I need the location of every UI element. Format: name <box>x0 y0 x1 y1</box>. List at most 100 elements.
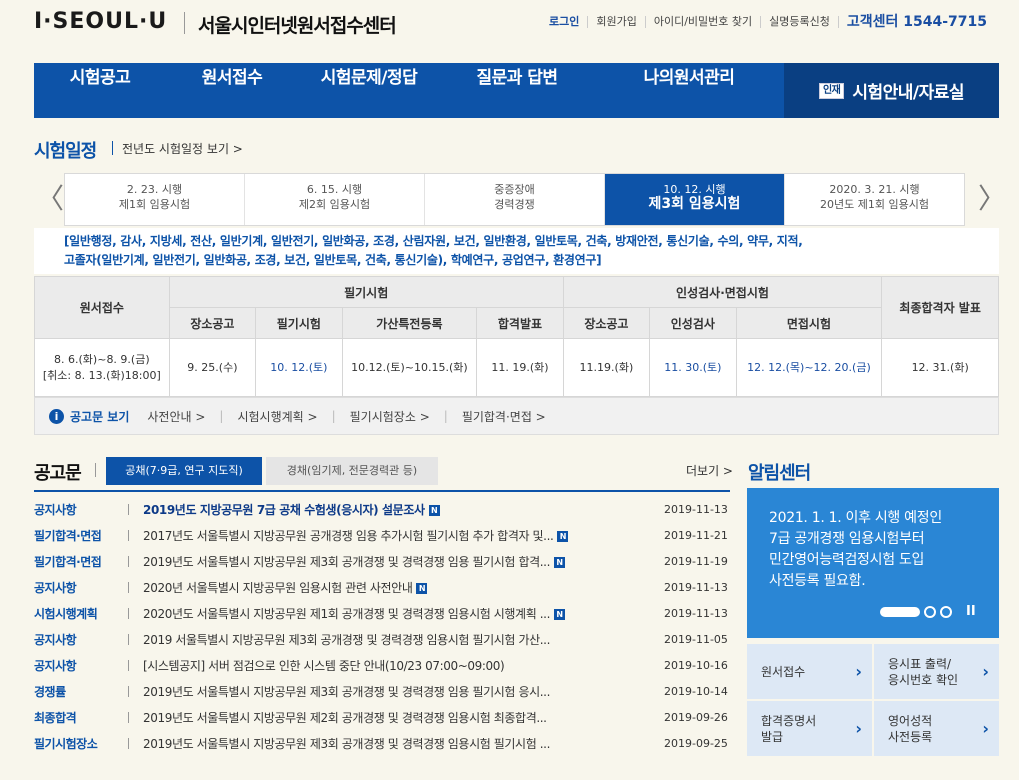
quick-apply[interactable]: 원서접수 › <box>747 644 872 699</box>
prev-arrow-icon[interactable]: 〈 <box>36 184 64 214</box>
tab-open-recruitment[interactable]: 공채(7·9급, 연구 지도직) <box>106 457 262 485</box>
tab-career-recruitment[interactable]: 경채(임기제, 전문경력관 등) <box>266 457 438 485</box>
notice-text[interactable]: 2020년 서울특별시 지방공무원 임용시험 관련 사전안내 N <box>143 579 613 596</box>
notice-row[interactable]: 공지사항 2019 서울특별시 지방공무원 제3회 공개경쟁 및 경력경쟁 임용시… <box>34 626 730 652</box>
th-sub: 가산특전등록 <box>341 307 478 339</box>
login-link[interactable]: 로그인 <box>541 16 587 28</box>
exam-tab[interactable]: 2. 23. 시행 제1회 임용시험 <box>65 174 244 225</box>
notice-category[interactable]: 공지사항 <box>34 579 128 596</box>
next-arrow-icon[interactable]: 〉 <box>978 184 1006 214</box>
quick-label: 합격증명서 <box>761 713 817 728</box>
notice-row[interactable]: 필기시험장소 2019년도 서울특별시 지방공무원 제3회 공개경쟁 및 경력경쟁… <box>34 730 730 756</box>
guide-divider: | <box>331 409 336 423</box>
notice-text-label: 2019년도 지방공무원 7급 공채 수험생(응시자) 설문조사 <box>143 502 425 517</box>
cancel-deadline: [취소: 8. 13.(화)18:00] <box>42 368 161 382</box>
notice-text-label: [시스템공지] 서버 점검으로 인한 시스템 중단 안내(10/23 07:00… <box>143 658 505 673</box>
schedule-title: 시험일정 <box>34 141 97 162</box>
more-link[interactable]: 더보기 > <box>686 462 733 479</box>
th-sub: 필기시험 <box>255 307 343 339</box>
guide-link[interactable]: 사전안내 > <box>147 408 205 425</box>
quick-pass-certificate[interactable]: 합격증명서 발급 › <box>747 701 872 756</box>
notice-text[interactable]: 2019년도 서울특별시 지방공무원 제2회 공개경쟁 및 경력경쟁 임용시험 … <box>143 709 613 726</box>
notice-row[interactable]: 필기합격·면접 2017년도 서울특별시 지방공무원 공개경쟁 임용 추가시험 필… <box>34 522 730 548</box>
guide-divider: | <box>443 409 448 423</box>
notice-date: 2019-11-13 <box>664 606 728 620</box>
nav-exam-notice[interactable]: 시험공고 <box>34 63 166 118</box>
notice-row[interactable]: 공지사항 2019년도 지방공무원 7급 공채 수험생(응시자) 설문조사 N 201… <box>34 496 730 522</box>
guide-link[interactable]: 시험시행계획 > <box>237 408 317 425</box>
exam-tab[interactable]: 6. 15. 시행 제2회 임용시험 <box>244 174 424 225</box>
notice-text[interactable]: 2017년도 서울특별시 지방공무원 공개경쟁 임용 추가시험 필기시험 추가 … <box>143 527 613 544</box>
quick-label: 영어성적 <box>888 713 933 728</box>
notice-text[interactable]: 2019년도 서울특별시 지방공무원 제3회 공개경쟁 및 경력경쟁 임용 필기… <box>143 553 613 570</box>
nav-qna[interactable]: 질문과 답변 <box>440 63 594 118</box>
notice-text[interactable]: 2019 서울특별시 지방공무원 제3회 공개경쟁 및 경력경쟁 임용시험 필기… <box>143 631 613 648</box>
main-nav: 시험공고 원서접수 시험문제/정답 질문과 답변 나의원서관리 인재 시험안내/… <box>34 63 999 118</box>
prev-year-schedule-link[interactable]: 전년도 시험일정 보기 > <box>122 140 243 157</box>
notice-text[interactable]: 2019년도 서울특별시 지방공무원 제3회 공개경쟁 및 경력경쟁 임용시험 … <box>143 735 613 752</box>
notice-category[interactable]: 필기합격·면접 <box>34 553 128 570</box>
notice-date: 2019-09-26 <box>664 710 728 724</box>
exam-tab[interactable]: 중증장애 경력경쟁 <box>424 174 604 225</box>
td-cell[interactable]: 10. 12.(토) <box>255 338 343 397</box>
exam-tab-date: 2. 23. 시행 <box>126 183 183 196</box>
alert-line: 민간영어능력검정시험 도입 <box>769 552 925 568</box>
seoul-logo[interactable]: I·SEOUL·U <box>34 9 167 34</box>
notice-row[interactable]: 최종합격 2019년도 서울특별시 지방공무원 제2회 공개경쟁 및 경력경쟁 임… <box>34 704 730 730</box>
notice-text-label: 2019년도 서울특별시 지방공무원 제3회 공개경쟁 및 경력경쟁 임용 필기… <box>143 554 550 569</box>
quick-ticket-print[interactable]: 응시표 출력/응시번호 확인 › <box>874 644 999 699</box>
slide-indicator[interactable] <box>940 605 952 618</box>
td-cell[interactable]: 12. 12.(목)~12. 20.(금) <box>735 338 883 397</box>
nav-application[interactable]: 원서접수 <box>166 63 298 118</box>
nav-exam-guide[interactable]: 인재 시험안내/자료실 <box>784 63 999 118</box>
notice-row[interactable]: 공지사항 [시스템공지] 서버 점검으로 인한 시스템 중단 안내(10/23 0… <box>34 652 730 678</box>
notice-row[interactable]: 필기합격·면접 2019년도 서울특별시 지방공무원 제3회 공개경쟁 및 경력경… <box>34 548 730 574</box>
notice-guide-bar: i 공고문 보기 사전안내 > | 시험시행계획 > | 필기시험장소 > | … <box>34 397 999 435</box>
notice-divider <box>128 503 129 515</box>
notice-category[interactable]: 경쟁률 <box>34 683 128 700</box>
notice-divider <box>128 685 129 697</box>
notice-divider <box>128 711 129 723</box>
notice-text[interactable]: 2019년도 지방공무원 7급 공채 수험생(응시자) 설문조사 N <box>143 501 613 518</box>
exam-tab[interactable]: 2020. 3. 21. 시행 20년도 제1회 임용시험 <box>784 174 964 225</box>
nav-exam-questions[interactable]: 시험문제/정답 <box>298 63 440 118</box>
schedule-table: 원서접수 필기시험 인성검사·면접시험 최종합격자 발표 장소공고 필기시험 가… <box>34 276 999 397</box>
nav-my-application[interactable]: 나의원서관리 <box>594 63 784 118</box>
th-written: 필기시험 <box>168 276 564 308</box>
signup-link[interactable]: 회원가입 <box>587 16 644 28</box>
td-cell[interactable]: 11. 30.(토) <box>649 338 737 397</box>
pause-icon[interactable]: II <box>966 604 976 619</box>
notice-category[interactable]: 최종합격 <box>34 709 128 726</box>
notice-row[interactable]: 경쟁률 2019년도 서울특별시 지방공무원 제3회 공개경쟁 및 경력경쟁 임용… <box>34 678 730 704</box>
notice-category[interactable]: 공지사항 <box>34 501 128 518</box>
notice-text[interactable]: [시스템공지] 서버 점검으로 인한 시스템 중단 안내(10/23 07:00… <box>143 657 613 674</box>
notice-text[interactable]: 2020년도 서울특별시 지방공무원 제1회 공개경쟁 및 경력경쟁 임용시험 … <box>143 605 613 622</box>
slide-indicator-active[interactable] <box>880 606 920 617</box>
slide-indicator[interactable] <box>924 605 936 618</box>
guide-link[interactable]: 필기합격·면접 > <box>462 408 546 425</box>
guide-link[interactable]: 필기시험장소 > <box>350 408 430 425</box>
notice-category[interactable]: 시험시행계획 <box>34 605 128 622</box>
notice-category[interactable]: 공지사항 <box>34 631 128 648</box>
notice-category[interactable]: 공지사항 <box>34 657 128 674</box>
quick-english-score[interactable]: 영어성적 사전등록 › <box>874 701 999 756</box>
th-apply: 원서접수 <box>34 276 170 339</box>
notice-text-label: 2019년도 서울특별시 지방공무원 제3회 공개경쟁 및 경력경쟁 임용 필기… <box>143 684 550 699</box>
th-sub: 합격발표 <box>476 307 564 339</box>
exam-tab-name: 제3회 임용시험 <box>648 196 741 212</box>
notice-category[interactable]: 필기시험장소 <box>34 735 128 752</box>
notice-divider <box>128 633 129 645</box>
exam-tab-active[interactable]: 10. 12. 시행 제3회 임용시험 <box>604 174 784 225</box>
notice-title-divider <box>95 463 96 477</box>
site-title[interactable]: 서울시인터넷원서접수센터 <box>198 11 397 38</box>
find-account-link[interactable]: 아이디/비밀번호 찾기 <box>644 16 760 28</box>
notice-text[interactable]: 2019년도 서울특별시 지방공무원 제3회 공개경쟁 및 경력경쟁 임용 필기… <box>143 683 613 700</box>
notice-row[interactable]: 공지사항 2020년 서울특별시 지방공무원 임용시험 관련 사전안내 N 2019-… <box>34 574 730 600</box>
real-name-register-link[interactable]: 실명등록신청 <box>760 16 838 28</box>
notice-text-label: 2017년도 서울특별시 지방공무원 공개경쟁 임용 추가시험 필기시험 추가 … <box>143 528 554 543</box>
notice-row[interactable]: 시험시행계획 2020년도 서울특별시 지방공무원 제1회 공개경쟁 및 경력경쟁… <box>34 600 730 626</box>
notice-divider <box>128 581 129 593</box>
notice-divider <box>128 659 129 671</box>
chevron-right-icon: › <box>982 718 989 738</box>
notice-category[interactable]: 필기합격·면접 <box>34 527 128 544</box>
